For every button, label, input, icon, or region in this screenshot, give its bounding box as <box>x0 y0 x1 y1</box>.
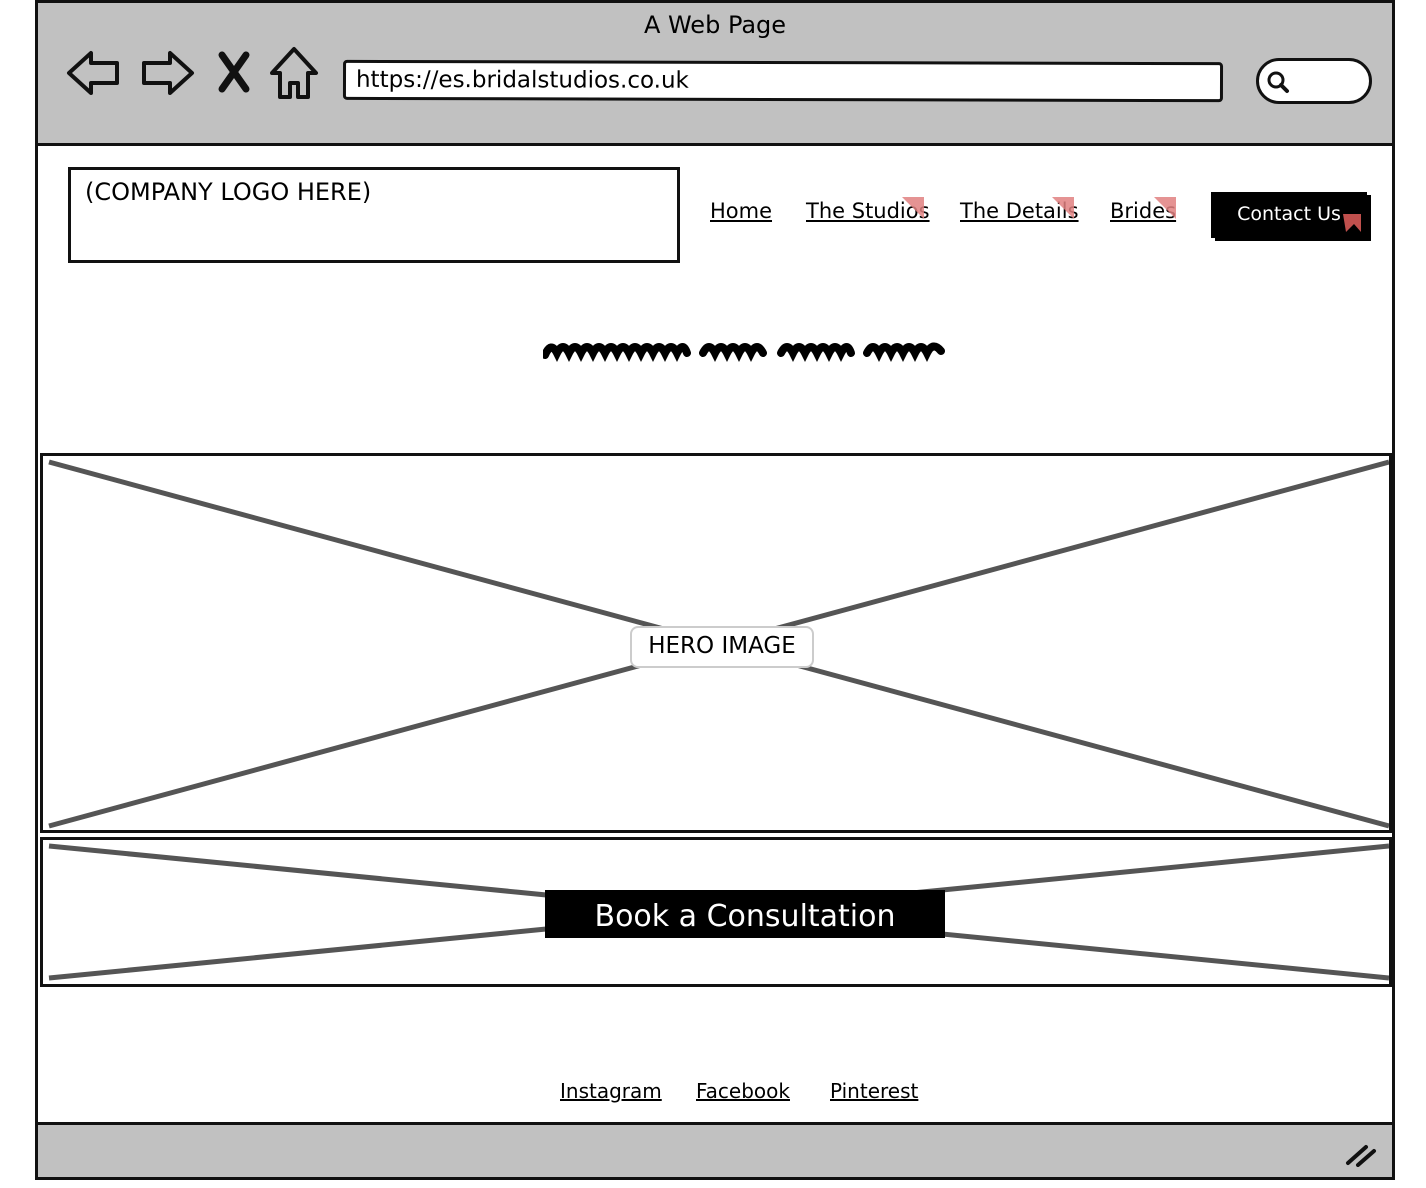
hero-image-label: HERO IMAGE <box>630 626 814 668</box>
back-arrow-icon[interactable] <box>63 43 123 103</box>
search-icon <box>1267 71 1289 93</box>
link-cursor-icon <box>1343 214 1361 232</box>
contact-us-button[interactable]: Contact Us <box>1211 192 1367 238</box>
forward-arrow-icon[interactable] <box>138 43 198 103</box>
browser-status-bar <box>38 1122 1392 1177</box>
resize-grip-icon[interactable] <box>1344 1141 1378 1167</box>
footer-link-pinterest[interactable]: Pinterest <box>830 1079 918 1103</box>
footer-link-facebook[interactable]: Facebook <box>696 1079 790 1103</box>
home-icon[interactable] <box>266 43 322 103</box>
browser-toolbar: A Web Page https://es.bridalstudios.co.u… <box>38 3 1392 146</box>
tagline-scribble <box>543 342 945 362</box>
browser-window: A Web Page https://es.bridalstudios.co.u… <box>35 0 1395 1180</box>
footer-link-instagram[interactable]: Instagram <box>560 1079 662 1103</box>
nav-link-home[interactable]: Home <box>710 199 772 223</box>
window-title: A Web Page <box>643 11 787 39</box>
search-field[interactable] <box>1256 58 1372 104</box>
url-input[interactable]: https://es.bridalstudios.co.uk <box>342 59 1224 103</box>
book-consultation-button[interactable]: Book a Consultation <box>545 890 945 938</box>
stop-icon[interactable] <box>208 43 260 103</box>
contact-us-label: Contact Us <box>1237 203 1341 225</box>
company-logo-placeholder: (COMPANY LOGO HERE) <box>68 167 680 263</box>
cta-banner: Book a Consultation <box>40 837 1392 987</box>
hero-image-placeholder: HERO IMAGE <box>40 453 1392 833</box>
